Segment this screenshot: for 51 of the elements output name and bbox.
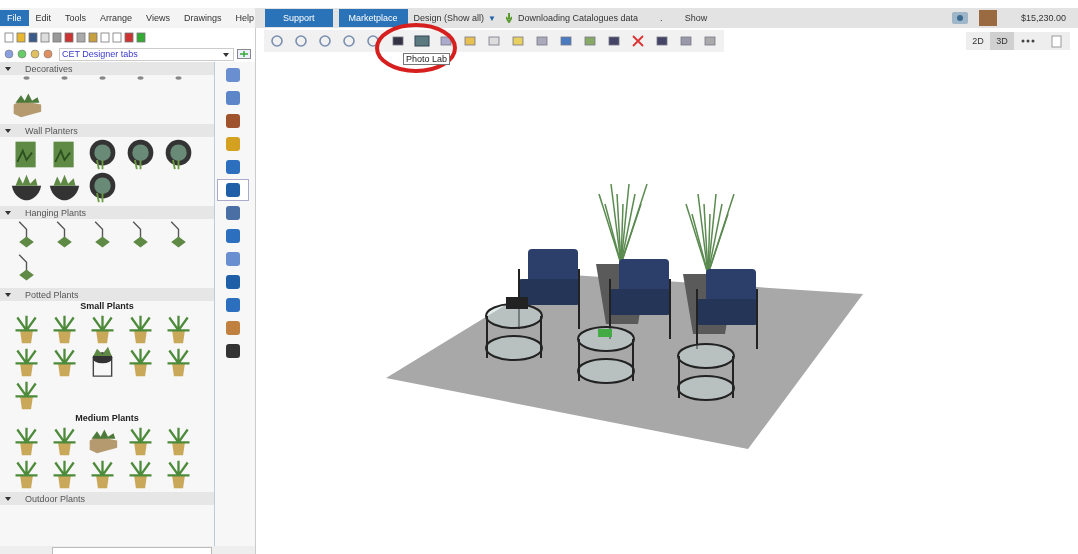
file-toolbar-icon[interactable] xyxy=(76,31,86,43)
circle-icon[interactable] xyxy=(30,49,40,59)
caret-icon[interactable]: ▼ xyxy=(488,13,496,23)
photo-icon[interactable] xyxy=(414,34,430,48)
file-toolbar-icon[interactable] xyxy=(136,31,146,43)
view-mode-button[interactable]: 3D xyxy=(990,32,1014,50)
file-toolbar-icon[interactable] xyxy=(64,31,74,43)
avatar-placeholder[interactable] xyxy=(978,10,997,26)
menu-item[interactable]: Tools xyxy=(58,10,94,26)
menu-item[interactable]: Views xyxy=(139,10,177,26)
screen-icon[interactable] xyxy=(950,11,969,25)
search-field[interactable] xyxy=(52,547,212,554)
menu-item[interactable]: Drawings xyxy=(176,10,229,26)
tooltip: Photo Lab xyxy=(403,53,451,65)
top-button[interactable]: Support xyxy=(265,9,333,27)
section-header[interactable]: Decoratives xyxy=(0,62,214,75)
menu-item[interactable]: Edit xyxy=(28,10,59,26)
file-toolbar-icon[interactable] xyxy=(124,31,134,43)
section-header[interactable]: Wall Planters xyxy=(0,124,214,137)
menu-item[interactable]: File xyxy=(0,10,29,26)
circle-icon[interactable] xyxy=(17,49,27,59)
group-heading: Medium Plants xyxy=(74,413,140,423)
menu-item[interactable]: Help xyxy=(228,10,261,26)
expand-triangle-icon[interactable] xyxy=(5,291,11,298)
tabs-dropdown[interactable]: CET Designer tabs xyxy=(59,47,234,61)
side-tab-icon[interactable] xyxy=(217,179,249,201)
expand-triangle-icon[interactable] xyxy=(5,209,11,216)
section-header[interactable]: Hanging Plants xyxy=(0,206,214,219)
add-tab-icon[interactable] xyxy=(237,49,251,59)
expand-triangle-icon[interactable] xyxy=(5,495,11,502)
delete-icon[interactable] xyxy=(630,34,646,48)
status-separator: . xyxy=(660,13,663,23)
view-mode-button[interactable]: 2D xyxy=(966,32,990,50)
section-header[interactable]: Outdoor Plants xyxy=(0,492,214,505)
circle-icon[interactable] xyxy=(4,49,14,59)
file-toolbar-icon[interactable] xyxy=(88,31,98,43)
file-toolbar-icon[interactable] xyxy=(52,31,62,43)
balance-amount: $15,230.00 xyxy=(1020,13,1066,23)
status-message: Downloading Catalogues data xyxy=(518,13,639,23)
top-button[interactable]: Marketplace xyxy=(338,9,408,27)
group-heading: Small Plants xyxy=(79,301,135,311)
show-link[interactable]: Show xyxy=(684,13,708,23)
file-toolbar-icon[interactable] xyxy=(28,31,38,43)
design-menu[interactable]: Design (Show all) xyxy=(413,13,485,23)
file-toolbar-icon[interactable] xyxy=(16,31,26,43)
circle-icon[interactable] xyxy=(43,49,53,59)
section-header[interactable]: Potted Plants xyxy=(0,288,214,301)
download-arrow-icon xyxy=(506,13,512,23)
menu-item[interactable]: Arrange xyxy=(93,10,140,26)
expand-triangle-icon[interactable] xyxy=(5,65,11,72)
expand-triangle-icon[interactable] xyxy=(5,127,11,134)
